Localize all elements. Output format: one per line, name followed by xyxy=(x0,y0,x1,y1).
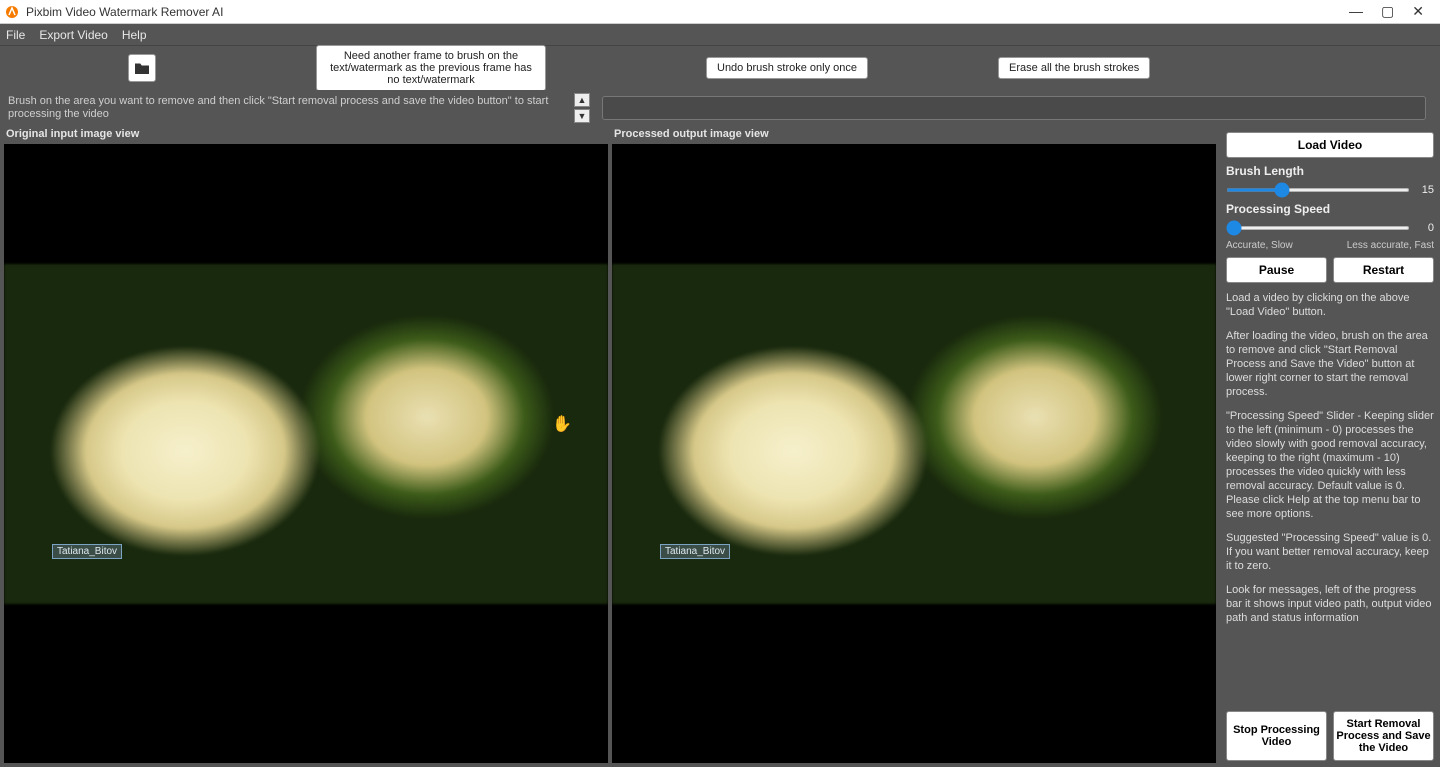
speed-right-label: Less accurate, Fast xyxy=(1347,240,1434,251)
titlebar: Pixbim Video Watermark Remover AI — ▢ ✕ xyxy=(0,0,1440,24)
info-text-3: "Processing Speed" Slider - Keeping slid… xyxy=(1226,407,1434,523)
toolbar: Need another frame to brush on the text/… xyxy=(0,46,1440,90)
brush-length-label: Brush Length xyxy=(1226,164,1434,178)
window-controls: — ▢ ✕ xyxy=(1349,3,1436,20)
speed-labels: Accurate, Slow Less accurate, Fast xyxy=(1226,240,1434,251)
restart-button[interactable]: Restart xyxy=(1333,257,1434,283)
load-video-button[interactable]: Load Video xyxy=(1226,132,1434,158)
watermark-box-original[interactable]: Tatiana_Bitov xyxy=(52,544,122,559)
info-text-4: Suggested "Processing Speed" value is 0.… xyxy=(1226,529,1434,575)
processing-speed-slider-row: 0 xyxy=(1226,222,1434,234)
menu-file[interactable]: File xyxy=(6,28,25,42)
frame-up-button[interactable]: ▲ xyxy=(574,93,590,107)
frame-down-button[interactable]: ▼ xyxy=(574,109,590,123)
undo-brush-button[interactable]: Undo brush stroke only once xyxy=(706,57,868,79)
app-logo-icon xyxy=(4,4,20,20)
views-container: Original input image view Tatiana_Bitov … xyxy=(0,126,1220,767)
processing-speed-slider[interactable] xyxy=(1226,226,1410,230)
watermark-box-processed: Tatiana_Bitov xyxy=(660,544,730,559)
processing-speed-value: 0 xyxy=(1416,222,1434,234)
info-text-1: Load a video by clicking on the above "L… xyxy=(1226,289,1434,321)
processed-canvas[interactable]: Tatiana_Bitov xyxy=(612,144,1216,763)
brush-length-slider[interactable] xyxy=(1226,188,1410,192)
info-text-2: After loading the video, brush on the ar… xyxy=(1226,327,1434,401)
bottom-button-row: Stop Processing Video Start Removal Proc… xyxy=(1226,711,1434,761)
start-removal-button[interactable]: Start Removal Process and Save the Video xyxy=(1333,711,1434,761)
instruction-row: Brush on the area you want to remove and… xyxy=(0,90,1440,126)
original-canvas[interactable]: Tatiana_Bitov ✋ xyxy=(4,144,608,763)
menu-help[interactable]: Help xyxy=(122,28,147,42)
need-another-frame-button[interactable]: Need another frame to brush on the text/… xyxy=(316,45,546,91)
minimize-icon[interactable]: — xyxy=(1349,3,1363,20)
brush-length-slider-row: 15 xyxy=(1226,184,1434,196)
open-folder-button[interactable] xyxy=(128,54,156,82)
instruction-text: Brush on the area you want to remove and… xyxy=(8,95,568,121)
pause-button[interactable]: Pause xyxy=(1226,257,1327,283)
processing-speed-label: Processing Speed xyxy=(1226,202,1434,216)
stop-processing-button[interactable]: Stop Processing Video xyxy=(1226,711,1327,761)
original-view-column: Original input image view Tatiana_Bitov … xyxy=(4,126,608,763)
speed-left-label: Accurate, Slow xyxy=(1226,240,1293,251)
folder-icon xyxy=(134,61,150,75)
status-input[interactable] xyxy=(602,96,1426,120)
pause-restart-row: Pause Restart xyxy=(1226,257,1434,283)
menubar: File Export Video Help xyxy=(0,24,1440,46)
processed-view-column: Processed output image view Tatiana_Bito… xyxy=(612,126,1216,763)
close-icon[interactable]: ✕ xyxy=(1412,3,1424,20)
brush-length-value: 15 xyxy=(1416,184,1434,196)
sidebar: Load Video Brush Length 15 Processing Sp… xyxy=(1220,126,1440,767)
processed-view-label: Processed output image view xyxy=(612,126,1216,144)
maximize-icon[interactable]: ▢ xyxy=(1381,3,1394,20)
app-title: Pixbim Video Watermark Remover AI xyxy=(26,5,223,19)
frame-step-buttons: ▲ ▼ xyxy=(574,93,590,123)
erase-brush-button[interactable]: Erase all the brush strokes xyxy=(998,57,1150,79)
info-text-5: Look for messages, left of the progress … xyxy=(1226,581,1434,627)
main-area: Original input image view Tatiana_Bitov … xyxy=(0,126,1440,767)
menu-export-video[interactable]: Export Video xyxy=(39,28,108,42)
hand-cursor-icon: ✋ xyxy=(552,414,572,434)
original-view-label: Original input image view xyxy=(4,126,608,144)
